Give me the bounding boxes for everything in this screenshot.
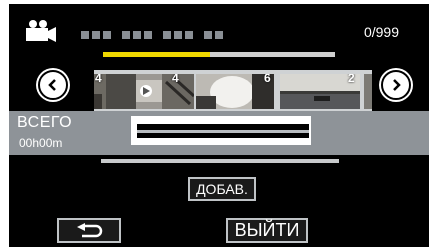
thumbnail-item[interactable]: 2 (280, 74, 360, 109)
duration-bar-track (137, 130, 309, 133)
thumbnail-item[interactable]: 4 (106, 74, 194, 109)
previous-button[interactable] (38, 70, 68, 100)
return-arrow-icon (77, 222, 103, 237)
video-camera-icon (26, 20, 56, 42)
chevron-right-icon (393, 79, 401, 91)
thumbnail-number: 4 (172, 74, 179, 85)
next-button[interactable] (381, 70, 411, 100)
playlist-progress-bar (103, 52, 335, 57)
thumbnail-number: 6 (264, 74, 271, 85)
thumbnail-item[interactable]: 6 (196, 74, 274, 109)
exit-button[interactable]: ВЫЙТИ (226, 218, 308, 243)
thumbnail-item[interactable] (364, 74, 372, 109)
add-button[interactable]: ДОБАВ. (188, 177, 256, 201)
thumbnail-number: 2 (348, 74, 355, 85)
separator-line (101, 159, 339, 163)
recording-title (81, 31, 223, 39)
playlist-counter: 0/999 (363, 24, 399, 40)
chevron-left-icon (48, 79, 56, 91)
total-time: 00h00m (19, 136, 63, 150)
thumbnail-strip[interactable]: 4 4 6 2 (94, 70, 372, 113)
progress-fill (103, 52, 210, 57)
screen: 0/999 4 4 6 2 ВСЕГО 00h00m ДОБАВ. ВЫЙТИ (9, 4, 429, 247)
total-label: ВСЕГО (17, 114, 73, 131)
thumbnail-number: 4 (95, 74, 102, 85)
back-button[interactable] (57, 218, 121, 243)
